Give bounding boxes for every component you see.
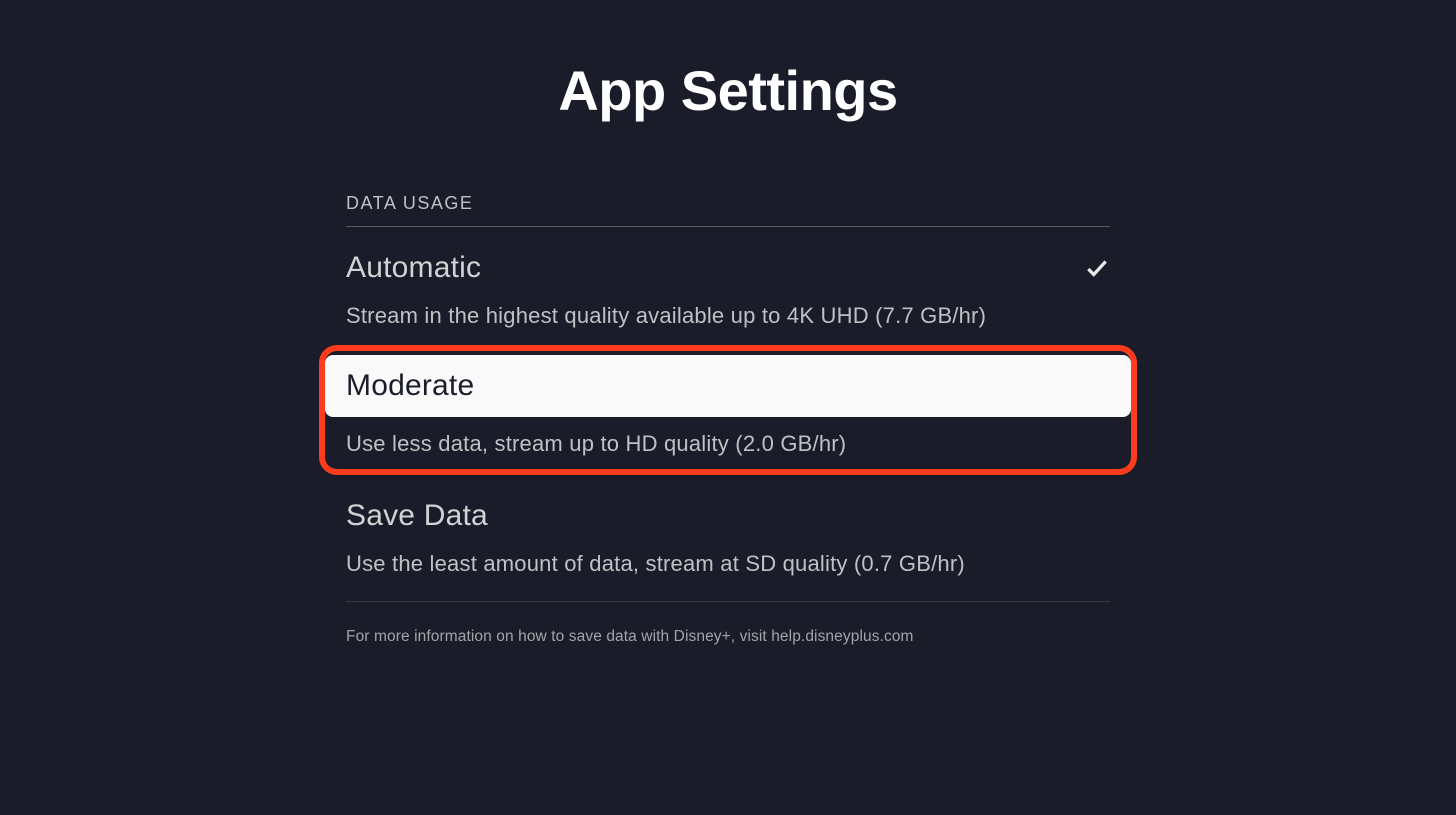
check-icon	[1084, 255, 1110, 281]
option-automatic[interactable]: Automatic Stream in the highest quality …	[346, 227, 1110, 345]
option-title: Save Data	[346, 499, 488, 533]
section-header-data-usage: DATA USAGE	[346, 193, 1110, 227]
option-save-data[interactable]: Save Data Use the least amount of data, …	[346, 475, 1110, 602]
option-description: Stream in the highest quality available …	[346, 303, 1110, 329]
option-description: Use the least amount of data, stream at …	[346, 551, 1110, 577]
option-description: Use less data, stream up to HD quality (…	[346, 431, 1110, 457]
option-title: Automatic	[346, 251, 481, 285]
option-moderate[interactable]: Moderate Use less data, stream up to HD …	[319, 345, 1137, 475]
footer-info-text: For more information on how to save data…	[346, 602, 1110, 646]
page-title: App Settings	[0, 0, 1456, 123]
option-title: Moderate	[346, 369, 1110, 403]
settings-container: DATA USAGE Automatic Stream in the highe…	[346, 193, 1110, 646]
